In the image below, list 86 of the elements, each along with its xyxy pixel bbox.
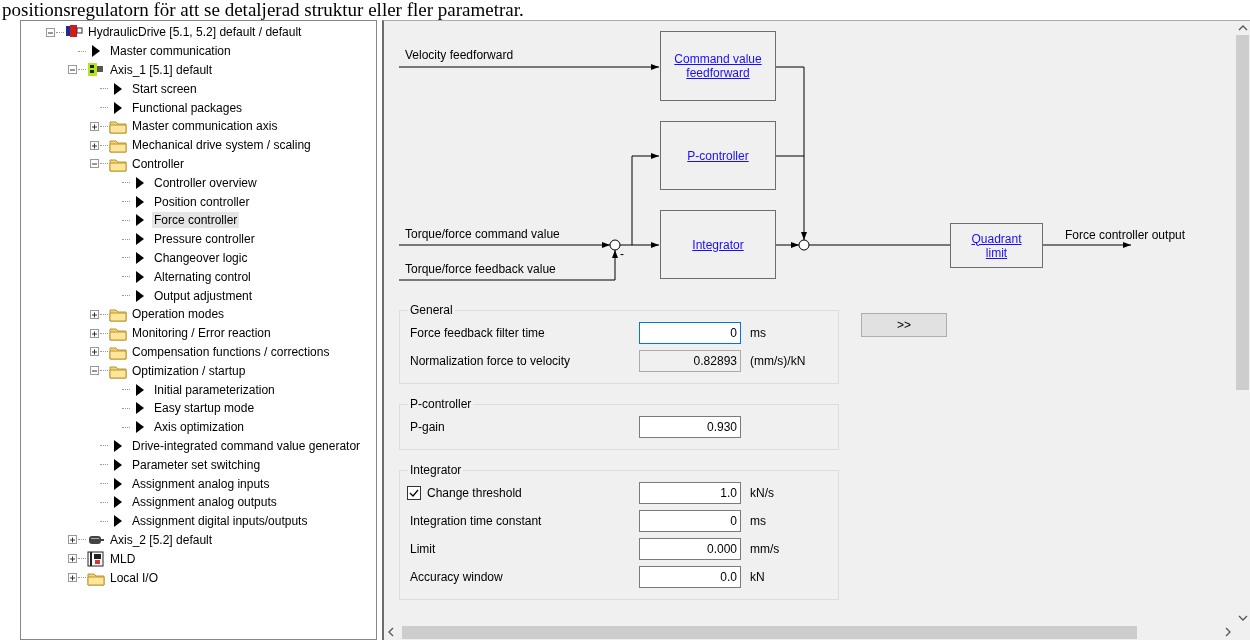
block-link[interactable]: Command value feedforward [673,52,763,80]
field-label: P-gain [410,420,446,434]
number-field[interactable]: 0 [639,510,741,532]
tree-item[interactable]: Axis optimization [152,419,247,436]
unit-label: ms [749,326,767,340]
summing-junction [609,239,621,251]
expand-icon[interactable] [67,553,78,565]
tree-item[interactable]: Master communication axis [130,118,280,135]
checkbox[interactable] [407,486,421,500]
axis-motor-icon [87,62,105,78]
block-link[interactable]: P-controller [687,148,749,163]
unit-label: kN [749,570,766,584]
tree-item[interactable]: Optimization / startup [130,362,248,379]
folder-icon [109,137,127,154]
number-field[interactable]: 1.0 [639,482,741,504]
field-label: Integration time constant [410,514,543,528]
tree-item[interactable]: Start screen [130,80,199,97]
expand-icon[interactable] [89,139,100,151]
unit-label: ms [749,514,767,528]
tree-item[interactable]: Operation modes [130,306,227,323]
tree-item[interactable]: Compensation functions / corrections [130,343,332,360]
summing-junction [798,239,810,251]
tree-item[interactable]: Controller overview [152,174,259,191]
number-field[interactable]: 0.0 [639,566,741,588]
tree-item[interactable]: HydraulicDrive [5.1, 5.2] default / default [86,24,304,41]
group-title: Integrator [409,463,463,477]
tree-item[interactable]: Controller [130,155,187,172]
field-label: Force feedback filter time [410,326,546,340]
folder-icon [109,306,127,323]
tree-item[interactable]: Changeover logic [152,249,250,266]
tree-item[interactable]: MLD [108,550,138,567]
field-label: Normalization force to velocity [410,354,572,368]
tree-item[interactable]: Parameter set switching [130,456,263,473]
collapse-icon[interactable] [45,26,56,38]
field-label: Change threshold [427,486,522,500]
tree-item[interactable]: Force controller [152,212,240,229]
tree-item[interactable]: Master communication [108,43,233,60]
unit-label: mm/s [749,542,781,556]
tree-item[interactable]: Axis_1 [5.1] default [108,62,215,78]
block-link[interactable]: Quadrant limit [966,231,1027,260]
expand-button[interactable]: >> [861,313,947,337]
group-title: General [409,303,454,317]
signal-line [775,155,805,157]
tree-item[interactable]: Functional packages [130,99,245,116]
number-field[interactable]: 0.930 [639,416,741,438]
expand-icon[interactable] [89,327,100,339]
number-field[interactable]: 0.82893 [639,350,741,372]
tree-item[interactable]: Monitoring / Error reaction [130,325,273,342]
tree-item[interactable]: Alternating control [152,268,253,285]
collapse-icon[interactable] [89,365,100,377]
tree-item[interactable]: Assignment analog inputs [130,475,272,492]
field-label: Accuracy window [410,570,504,584]
tree-item[interactable]: Mechanical drive system / scaling [130,137,313,154]
minus-sign: - [620,247,624,261]
number-field[interactable]: 0 [639,322,741,344]
tree-item[interactable]: Initial parameterization [152,381,277,398]
folder-icon [109,118,127,135]
tree-item[interactable]: Assignment analog outputs [130,494,279,511]
expand-icon[interactable] [67,534,78,546]
group-title: P-controller [409,397,473,411]
field-label: Limit [410,542,437,556]
plc-module-icon [87,550,105,567]
unit-label: kN/s [749,486,775,500]
expand-icon[interactable] [89,346,100,358]
signal-label: Torque/force feedback value [405,262,556,276]
document-text: positionsregulatorn för att se detaljerad struktur eller fler parametrar. [1,0,524,20]
tree-item[interactable]: Axis_2 [5.2] default [108,531,215,548]
collapse-icon[interactable] [67,64,78,76]
tree-item[interactable]: Output adjustment [152,287,255,304]
signal-label: Torque/force command value [405,227,560,241]
unit-label: (mm/s)/kN [749,354,807,368]
expand-icon[interactable] [89,120,100,132]
number-field[interactable]: 0.000 [639,538,741,560]
collapse-icon[interactable] [89,158,100,170]
block-link[interactable]: Integrator [692,237,744,252]
expand-icon[interactable] [89,308,100,320]
tree-item[interactable]: Assignment digital inputs/outputs [130,513,310,530]
signal-label: Velocity feedforward [405,48,514,62]
tree-item[interactable]: Pressure controller [152,231,257,248]
signal-label: Force controller output [1065,228,1186,242]
folder-icon [109,325,127,342]
expand-icon[interactable] [67,572,78,583]
tree-item[interactable]: Position controller [152,193,252,210]
tree-item[interactable]: Local I/O [108,569,161,586]
tree-item[interactable]: Drive-integrated command value generator [130,437,363,454]
tree-item[interactable]: Easy startup mode [152,400,257,417]
